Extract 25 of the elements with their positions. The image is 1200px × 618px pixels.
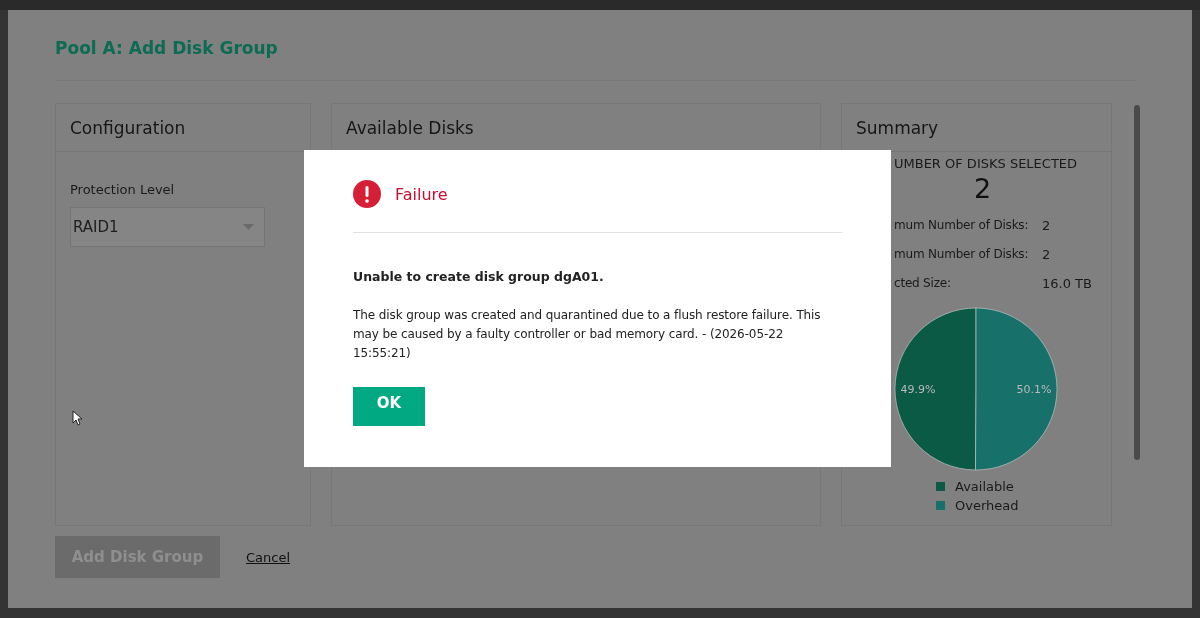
caret-icon — [243, 224, 254, 230]
legend-label: Overhead — [955, 498, 1019, 513]
slice-label: 49.9% — [900, 382, 936, 396]
error-heading: Unable to create disk group dgA01. — [353, 269, 605, 284]
error-message: The disk group was created and quarantined due to a flush restore failure. This may be caused by a faulty controller or bad memory card. - (2026-05-22 15:55:21) — [353, 307, 822, 362]
protection-level-dropdown[interactable]: RAID1 — [70, 207, 265, 247]
stat-value: 16.0 TB — [1042, 276, 1092, 291]
ok-button[interactable]: OK — [353, 387, 425, 426]
field-label: Protection Level — [70, 182, 176, 197]
stat-label: mum Number of Disks: — [894, 247, 1030, 262]
window-title: Pool A: Add Disk Group — [55, 38, 279, 60]
stat-value: 2 — [1042, 218, 1051, 233]
error-icon — [353, 180, 381, 208]
pointer-icon — [72, 410, 82, 426]
stat-label: cted Size: — [894, 276, 952, 291]
legend-label: Available — [955, 479, 1014, 494]
panel-title: Configuration — [56, 104, 310, 152]
count-label: UMBER OF DISKS SELECTED — [894, 156, 1079, 171]
slice-label: 50.1% — [1016, 383, 1052, 397]
dialog-title: Failure — [395, 184, 448, 204]
stat-label: mum Number of Disks: — [894, 218, 1030, 233]
stat-value: 2 — [1042, 247, 1051, 262]
disk-count: 2 — [974, 173, 993, 204]
scrollbar[interactable] — [1134, 105, 1140, 460]
cancel-link[interactable]: Cancel — [246, 549, 291, 565]
